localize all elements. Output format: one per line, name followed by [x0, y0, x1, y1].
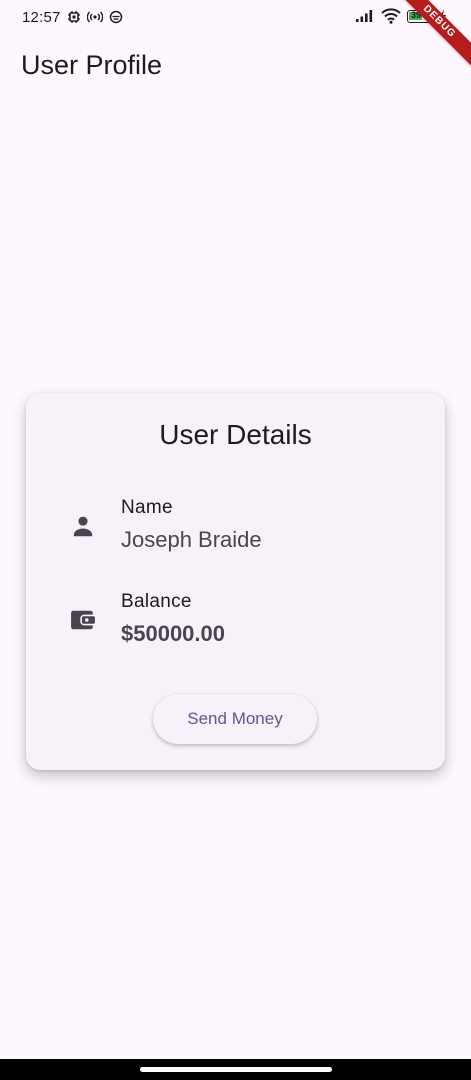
wifi-icon [381, 8, 401, 24]
page-title: User Profile [21, 50, 163, 80]
broadcast-icon [87, 11, 103, 23]
system-navigation-bar [0, 1059, 471, 1080]
battery-cap [434, 13, 436, 18]
status-right-icons: 39 [355, 8, 447, 24]
balance-label: Balance [121, 591, 192, 612]
balance-row: Balance $50000.00 [26, 589, 445, 653]
person-icon [73, 516, 93, 537]
status-bar: 12:57 39 [0, 0, 471, 36]
user-details-card: User Details Name Joseph Braide Balance … [26, 393, 445, 770]
status-time: 12:57 [22, 9, 61, 26]
cpu-chip-icon [68, 11, 80, 23]
signal-icon [356, 10, 373, 22]
balance-value: $50000.00 [121, 621, 225, 646]
card-title: User Details [159, 419, 312, 450]
shield-icon [109, 10, 123, 24]
wallet-icon [71, 610, 95, 630]
battery-level: 39 [411, 9, 422, 20]
name-row: Name Joseph Braide [26, 495, 445, 559]
send-money-button[interactable]: Send Money [153, 694, 317, 744]
battery-icon: 39 [407, 9, 436, 23]
name-label: Name [121, 497, 173, 518]
status-left-icons [67, 10, 123, 24]
charging-icon [440, 9, 446, 23]
name-value: Joseph Braide [121, 527, 262, 552]
home-gesture-handle[interactable] [140, 1067, 332, 1072]
